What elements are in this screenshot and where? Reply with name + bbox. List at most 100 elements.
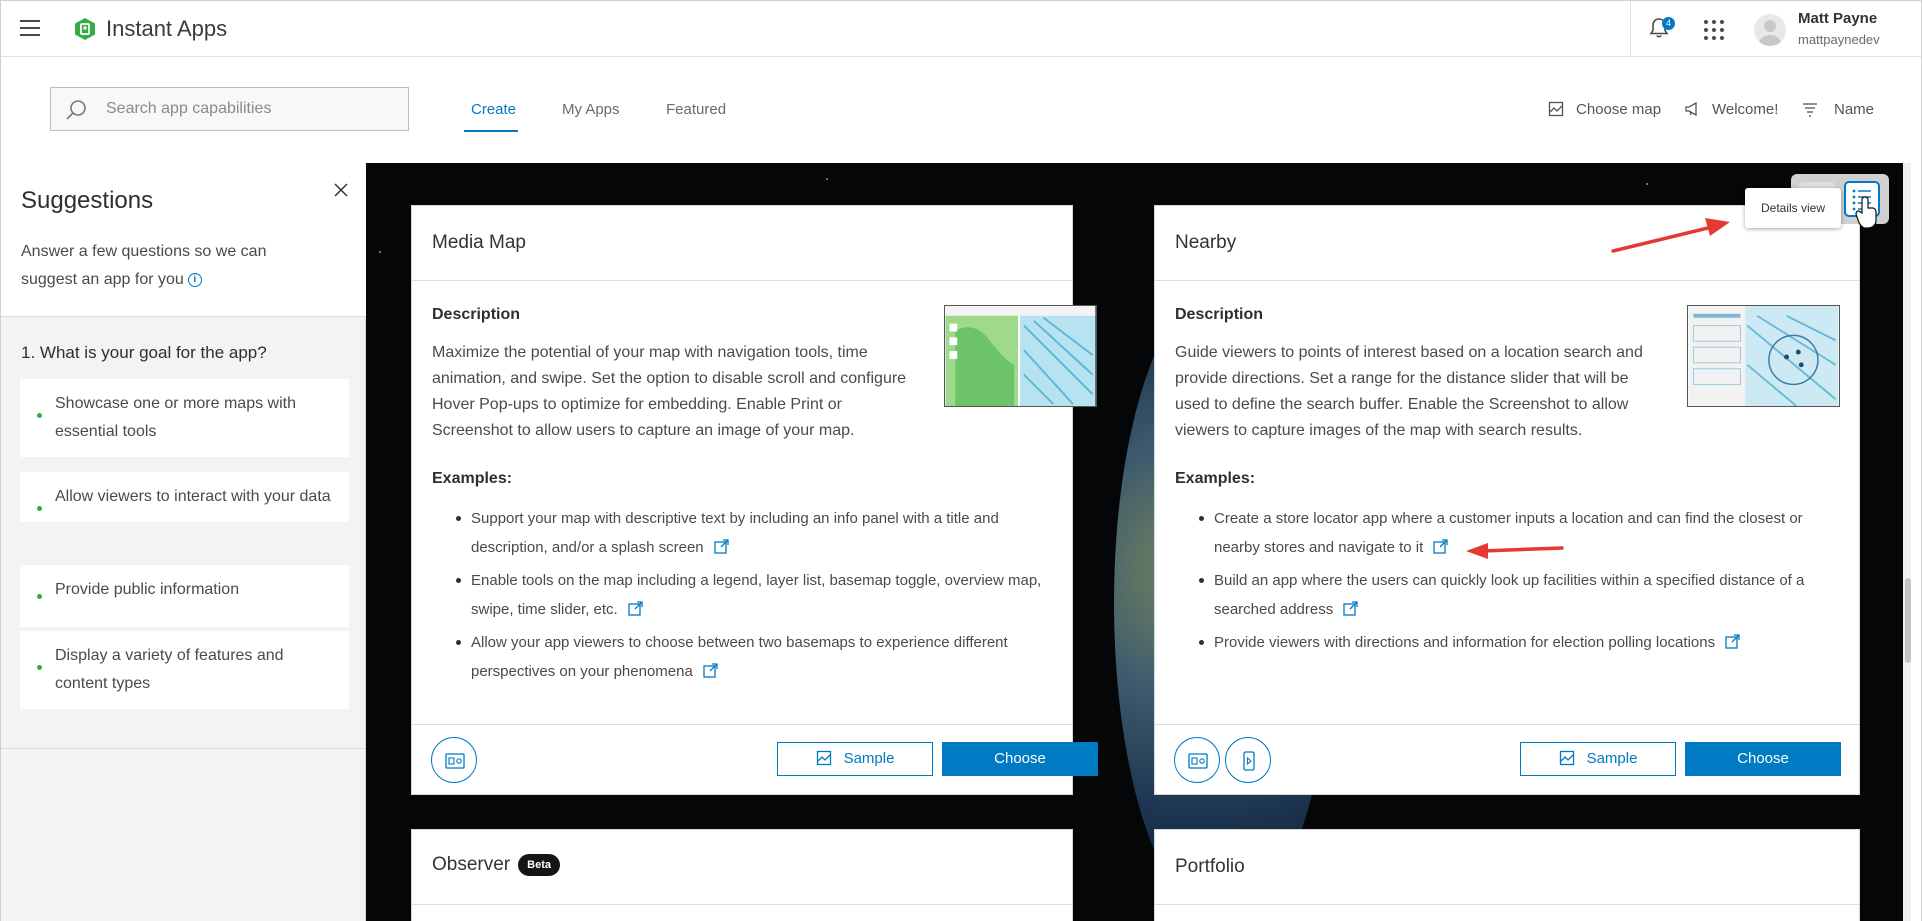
suggestion-option[interactable]: Display a variety of features and conten…	[20, 631, 349, 709]
map-icon	[816, 750, 831, 766]
external-link-icon[interactable]	[713, 539, 729, 554]
example-text: Build an app where the users can quickly…	[1214, 572, 1805, 618]
app-card-portfolio: Portfolio	[1154, 829, 1860, 921]
app-gallery: Media Map Description Maximize the poten…	[366, 163, 1911, 921]
card-divider	[1155, 280, 1859, 281]
list-view-icon	[1852, 189, 1871, 211]
list-item: Support your map with descriptive text b…	[432, 504, 1072, 562]
app-card-observer: Observer Beta	[411, 829, 1073, 921]
choose-button[interactable]: Choose	[942, 742, 1098, 776]
search-box[interactable]	[50, 87, 409, 131]
sort-button[interactable]: Name	[1802, 101, 1882, 121]
list-item: Allow your app viewers to choose between…	[432, 628, 1072, 686]
notifications-count-badge: 4	[1662, 17, 1675, 30]
list-item: Provide viewers with directions and info…	[1175, 628, 1835, 657]
sample-label: Sample	[1586, 750, 1638, 767]
welcome-label: Welcome!	[1712, 101, 1779, 118]
app-title[interactable]: Instant Apps	[106, 16, 227, 42]
tab-my-apps[interactable]: My Apps	[562, 101, 620, 118]
description-text: Maximize the potential of your map with …	[432, 344, 907, 439]
description-heading: Description	[1175, 306, 1264, 323]
suggestions-description-text: Answer a few questions so we can suggest…	[21, 243, 267, 288]
suggestion-option[interactable]: Provide public information	[20, 565, 349, 627]
example-text: Allow your app viewers to choose between…	[471, 634, 1008, 680]
sample-label: Sample	[843, 750, 895, 767]
choose-button[interactable]: Choose	[1685, 742, 1841, 776]
details-view-button[interactable]	[1844, 181, 1880, 217]
sample-button[interactable]: Sample	[777, 742, 933, 776]
app-launcher-icon[interactable]	[1704, 20, 1724, 40]
web-platform-button[interactable]	[1174, 737, 1220, 783]
example-text: Enable tools on the map including a lege…	[471, 572, 1042, 618]
app-card-nearby: Nearby Description Guide viewers to poin…	[1154, 205, 1860, 795]
tab-active-indicator	[464, 130, 518, 132]
embed-app-icon	[445, 753, 465, 769]
welcome-button[interactable]: Welcome!	[1684, 101, 1784, 121]
status-dot-icon	[37, 594, 42, 599]
external-link-icon[interactable]	[1433, 539, 1448, 554]
example-text: Support your map with descriptive text b…	[471, 510, 999, 556]
suggestions-description: Answer a few questions so we can suggest…	[21, 238, 291, 294]
info-icon[interactable]: i	[187, 273, 202, 287]
search-icon	[66, 100, 86, 120]
examples-heading: Examples:	[1175, 470, 1256, 487]
sort-label: Name	[1834, 101, 1875, 118]
close-icon[interactable]	[332, 181, 350, 199]
user-name[interactable]: Matt Payne	[1798, 10, 1877, 27]
tab-create[interactable]: Create	[471, 101, 516, 118]
example-text: Create a store locator app where a custo…	[1214, 510, 1803, 556]
card-title: Nearby	[1175, 232, 1237, 253]
map-icon	[1559, 750, 1574, 766]
sort-icon	[1803, 103, 1817, 117]
card-footer-divider	[1155, 724, 1859, 725]
user-username: mattpaynedev	[1798, 32, 1880, 47]
avatar[interactable]	[1754, 14, 1786, 46]
external-link-icon[interactable]	[628, 601, 643, 616]
card-title: Observer	[432, 854, 511, 875]
search-input[interactable]	[106, 98, 396, 120]
toolbar: Create My Apps Featured Choose map Welco…	[0, 57, 1922, 163]
media-map-thumbnail[interactable]	[944, 305, 1097, 407]
window-edge	[1911, 163, 1922, 921]
suggestions-panel: Suggestions Answer a few questions so we…	[0, 163, 366, 921]
app-card-media-map: Media Map Description Maximize the poten…	[411, 205, 1098, 795]
background-star	[826, 178, 828, 180]
background-star	[1646, 183, 1648, 185]
examples-list: Support your map with descriptive text b…	[432, 504, 1072, 690]
description-heading: Description	[432, 306, 521, 323]
suggestion-option-label: Allow viewers to interact with your data	[55, 488, 331, 505]
web-platform-button[interactable]	[431, 737, 477, 783]
mobile-device-icon	[1243, 751, 1255, 771]
top-header: Instant Apps 4 Matt Payne mattpaynedev	[0, 0, 1922, 57]
card-title-row: Observer Beta	[432, 854, 560, 876]
external-link-icon[interactable]	[1725, 634, 1740, 649]
external-link-icon[interactable]	[703, 663, 718, 678]
nearby-thumbnail[interactable]	[1687, 305, 1840, 407]
status-dot-icon	[37, 506, 42, 511]
suggestion-option-label: Showcase one or more maps with essential…	[55, 395, 296, 440]
external-link-icon[interactable]	[1343, 601, 1358, 616]
examples-list: Create a store locator app where a custo…	[1175, 504, 1835, 661]
card-divider	[412, 904, 1072, 905]
hamburger-menu-icon[interactable]	[20, 20, 40, 36]
suggestion-option[interactable]: Allow viewers to interact with your data	[20, 472, 349, 522]
suggestion-option-label: Provide public information	[55, 581, 240, 598]
panel-divider	[1, 748, 366, 749]
scrollbar-track[interactable]	[1903, 163, 1911, 921]
card-footer-divider	[412, 724, 1072, 725]
examples-heading: Examples:	[432, 470, 513, 487]
megaphone-icon	[1685, 101, 1697, 117]
tab-featured[interactable]: Featured	[666, 101, 726, 118]
embed-app-icon	[1188, 753, 1208, 769]
example-text: Provide viewers with directions and info…	[1214, 634, 1716, 651]
list-item: Create a store locator app where a custo…	[1175, 504, 1835, 562]
mobile-platform-button[interactable]	[1225, 737, 1271, 783]
sample-button[interactable]: Sample	[1520, 742, 1676, 776]
instant-apps-logo-icon	[75, 18, 95, 40]
suggestion-option[interactable]: Showcase one or more maps with essential…	[20, 379, 349, 457]
choose-map-button[interactable]: Choose map	[1548, 101, 1668, 121]
background-star	[379, 251, 381, 253]
question-heading: 1. What is your goal for the app?	[21, 343, 267, 362]
status-dot-icon	[37, 665, 42, 670]
suggestions-header: Suggestions Answer a few questions so we…	[1, 163, 366, 317]
